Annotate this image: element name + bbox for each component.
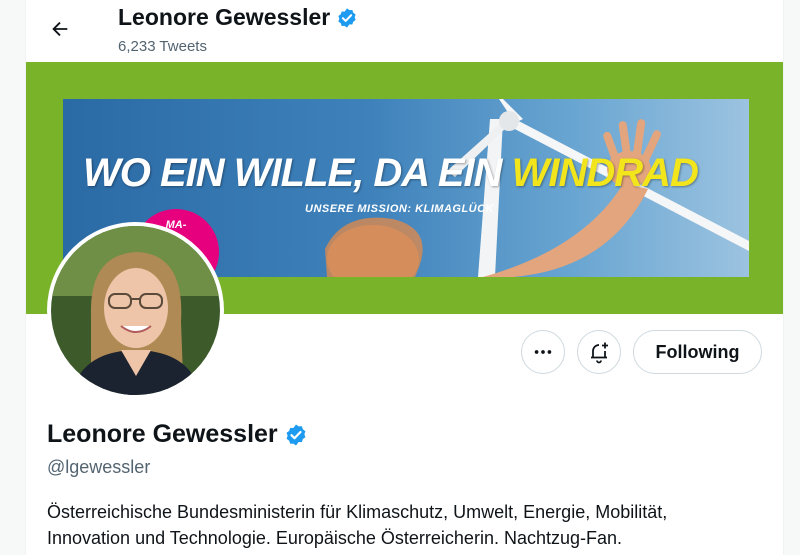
arrow-left-icon [52,21,68,37]
notifications-button[interactable] [577,330,621,374]
more-dots-icon [534,350,552,354]
verified-badge-icon [338,7,356,28]
bio-line: Innovation und Technologie. Europäische … [47,528,623,548]
tweet-count: 6,233 Tweets [118,38,207,55]
bell-plus-icon [591,342,608,364]
bio-line: Österreichische Bundesministerin für Kli… [47,502,668,522]
profile-name-row: Leonore Gewessler [47,420,308,449]
profile-header-bar: Leonore Gewessler 6,233 Tweets [26,0,783,62]
profile-display-name: Leonore Gewessler [47,420,278,448]
profile-handle: @lgewessler [47,457,151,477]
banner-headline-main: WO EIN WILLE, DA EIN [83,151,512,195]
profile-column: Leonore Gewessler 6,233 Tweets WO EIN WI… [25,0,784,555]
banner-subline: UNSERE MISSION: KLIMAGLÜCK [305,203,494,215]
avatar[interactable] [47,222,224,399]
header-name-row: Leonore Gewessler [118,4,358,31]
header-display-name: Leonore Gewessler [118,4,331,30]
banner-headline-highlight: WINDRAD [511,151,699,195]
avatar-portrait-image [51,226,220,395]
back-button[interactable] [42,11,78,47]
avatar-photo [51,226,220,395]
following-button[interactable]: Following [633,330,762,374]
more-options-button[interactable] [521,330,565,374]
banner-headline: WO EIN WILLE, DA EIN WINDRAD [83,151,699,196]
verified-badge-icon[interactable] [284,423,308,447]
profile-bio: Österreichische Bundesministerin für Kli… [47,499,757,551]
